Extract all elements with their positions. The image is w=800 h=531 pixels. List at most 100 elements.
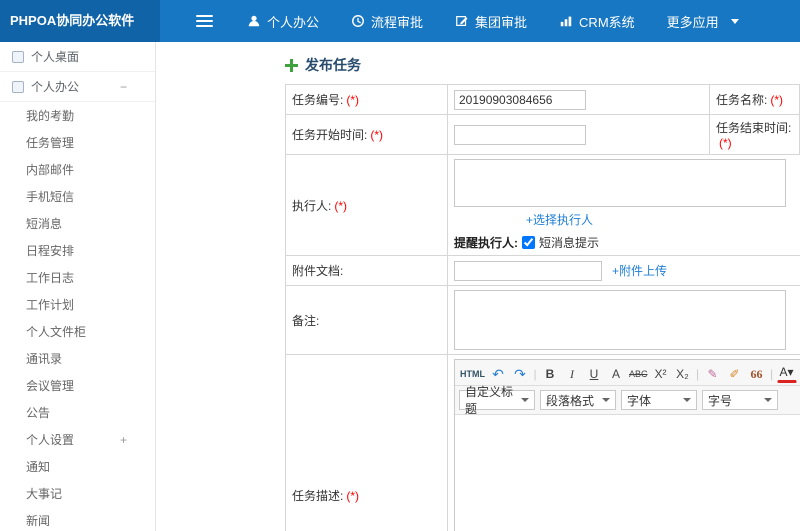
- field-label: 备注:: [292, 313, 320, 328]
- sidebar-item-label: 公告: [26, 406, 51, 420]
- editor-toolbar-button[interactable]: |: [532, 363, 538, 383]
- sidebar-item[interactable]: 公告: [0, 399, 155, 426]
- nav-personal-office[interactable]: 个人办公: [231, 0, 335, 42]
- editor-toolbar-button[interactable]: X₂: [673, 363, 693, 383]
- sidebar-item-label: 任务管理: [26, 136, 75, 150]
- sidebar-item[interactable]: 个人设置 +: [0, 426, 155, 453]
- sms-tip-checkbox[interactable]: [522, 236, 535, 249]
- rich-text-editor: HTML ↶ ↷ | B I U A ABC X² X₂ | ✎ ✐ 66 | A▾ 自定义标题: [454, 359, 800, 531]
- field-label: 任务名称:: [716, 93, 768, 107]
- editor-toolbar-button[interactable]: ↷: [510, 363, 530, 383]
- expand-toggle-icon[interactable]: +: [120, 433, 127, 447]
- executor-textarea[interactable]: [454, 159, 786, 207]
- editor-toolbar-button[interactable]: ✐: [725, 363, 745, 383]
- sidebar-item[interactable]: 内部邮件: [0, 156, 155, 183]
- attachment-input[interactable]: [454, 260, 602, 281]
- task-no-input[interactable]: [454, 89, 586, 110]
- field-label: 任务描述:: [292, 488, 344, 503]
- editor-format-dropdown[interactable]: 段落格式: [540, 390, 616, 410]
- sidebar-item[interactable]: 工作日志: [0, 264, 155, 291]
- sidebar-item[interactable]: 手机短信: [0, 183, 155, 210]
- editor-toolbar-button[interactable]: |: [769, 363, 775, 383]
- align-icon[interactable]: ≡: [794, 390, 800, 410]
- nav-more-apps[interactable]: 更多应用: [651, 0, 755, 42]
- nav-crm-system[interactable]: CRM系统: [543, 0, 651, 42]
- sidebar-item-label: 通知: [26, 460, 51, 474]
- sidebar-item[interactable]: 短消息: [0, 210, 155, 237]
- sidebar-item-label: 工作日志: [26, 271, 75, 285]
- page-title-bar: 发布任务: [285, 52, 800, 78]
- nav-group-approval[interactable]: 集团审批: [439, 0, 543, 42]
- required-mark: (*): [346, 93, 360, 107]
- choose-executor-line: +选择执行人: [526, 211, 800, 228]
- sms-tip-label: 短消息提示: [539, 236, 600, 250]
- start-time-label: 任务开始时间: (*): [285, 114, 448, 155]
- sidebar: 个人桌面 个人办公 − 我的考勤 任务管理 内部邮件 手机短信 短消息 日程安排…: [0, 42, 156, 531]
- field-label: 附件文档:: [292, 264, 344, 278]
- chevron-down-icon: [764, 398, 772, 402]
- choose-executor-link[interactable]: +选择执行人: [526, 213, 593, 227]
- sidebar-item[interactable]: 新闻: [0, 507, 155, 531]
- editor-toolbar-row2: 自定义标题 段落格式 字体 字号: [455, 385, 800, 416]
- expand-toggle-icon[interactable]: −: [120, 80, 127, 94]
- sidebar-item[interactable]: 大事记: [0, 480, 155, 507]
- remark-textarea[interactable]: [454, 290, 786, 350]
- sidebar-item-label: 我的考勤: [26, 109, 75, 123]
- editor-format-selects: 自定义标题 段落格式 字体 字号: [459, 385, 778, 416]
- field-label: 任务编号:: [292, 93, 344, 107]
- top-header: PHPOA协同办公软件 个人办公 流程审批 集团审批 CRM系统 更多应用: [0, 0, 800, 42]
- task-name-label: 任务名称: (*): [709, 84, 800, 115]
- task-no-cell: [447, 84, 710, 115]
- bar-chart-icon: [559, 14, 573, 28]
- editor-toolbar-button[interactable]: X²: [651, 363, 671, 383]
- sidebar-item[interactable]: 日程安排: [0, 237, 155, 264]
- remark-cell: [447, 285, 800, 355]
- editor-format-dropdown[interactable]: 字号: [702, 390, 778, 410]
- sidebar-item[interactable]: 个人办公 −: [0, 72, 155, 102]
- sidebar-item-label: 个人桌面: [31, 50, 80, 64]
- sidebar-item[interactable]: 个人桌面: [0, 42, 155, 72]
- editor-content-area[interactable]: [455, 415, 800, 531]
- editor-toolbar-button[interactable]: ✎: [703, 363, 723, 383]
- editor-toolbar-button[interactable]: 66: [747, 363, 767, 383]
- editor-format-dropdown[interactable]: 字体: [621, 390, 697, 410]
- sidebar-item-label: 短消息: [26, 217, 63, 231]
- sidebar-item-label: 工作计划: [26, 298, 75, 312]
- remind-label: 提醒执行人:: [454, 236, 518, 250]
- editor-toolbar-button[interactable]: ↶: [488, 363, 508, 383]
- attachment-upload-link[interactable]: +附件上传: [612, 262, 667, 279]
- sidebar-item-label: 内部邮件: [26, 163, 75, 177]
- sidebar-item[interactable]: 通知: [0, 453, 155, 480]
- sidebar-item[interactable]: 个人文件柜: [0, 318, 155, 345]
- nav-workflow-approval[interactable]: 流程审批: [335, 0, 439, 42]
- attachment-label: 附件文档:: [285, 255, 448, 286]
- sidebar-item-label: 个人文件柜: [26, 325, 87, 339]
- sidebar-item[interactable]: 工作计划: [0, 291, 155, 318]
- nav-label: 个人办公: [267, 14, 320, 30]
- editor-format-dropdown[interactable]: 自定义标题: [459, 385, 535, 416]
- sidebar-item[interactable]: 我的考勤: [0, 102, 155, 129]
- editor-toolbar-button[interactable]: I: [562, 363, 582, 383]
- sidebar-item[interactable]: 任务管理: [0, 129, 155, 156]
- editor-toolbar-button[interactable]: U: [584, 363, 604, 383]
- editor-toolbar-button[interactable]: B: [540, 363, 560, 383]
- sidebar-item[interactable]: 会议管理: [0, 372, 155, 399]
- sidebar-item-label: 会议管理: [26, 379, 75, 393]
- editor-toolbar-button[interactable]: HTML: [459, 363, 486, 383]
- required-mark: (*): [770, 93, 784, 107]
- sidebar-item[interactable]: 通讯录: [0, 345, 155, 372]
- app-logo[interactable]: PHPOA协同办公软件: [0, 0, 160, 42]
- sidebar-item-label: 大事记: [26, 487, 63, 501]
- editor-toolbar-button[interactable]: A▾: [776, 363, 797, 383]
- chevron-down-icon: [602, 398, 610, 402]
- description-cell: HTML ↶ ↷ | B I U A ABC X² X₂ | ✎ ✐ 66 | A▾ 自定义标题: [447, 354, 800, 531]
- editor-toolbar-button[interactable]: |: [695, 363, 701, 383]
- editor-toolbar-button[interactable]: ABC: [628, 363, 649, 383]
- start-time-input[interactable]: [454, 124, 586, 145]
- sidebar-item-label: 手机短信: [26, 190, 75, 204]
- editor-toolbar-button[interactable]: A: [606, 363, 626, 383]
- nav-label: 集团审批: [475, 14, 528, 30]
- sidebar-item-label: 通讯录: [26, 352, 63, 366]
- hamburger-menu-icon[interactable]: [196, 15, 213, 27]
- sidebar-item-label: 个人办公: [31, 80, 80, 94]
